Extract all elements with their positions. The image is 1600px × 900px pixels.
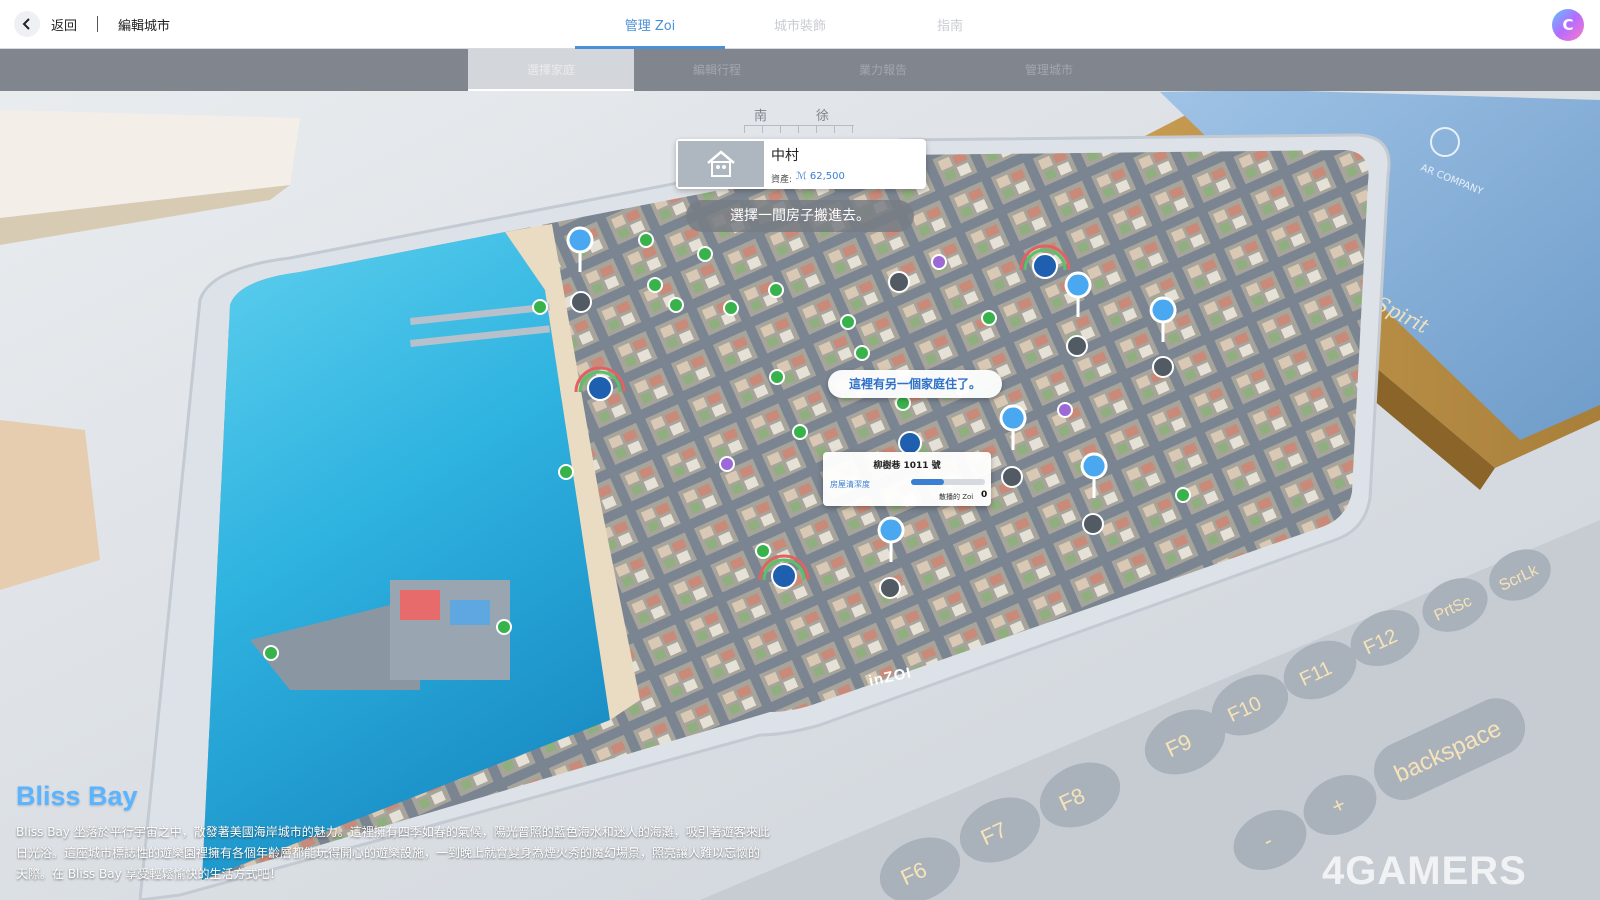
compass: 南 徐 xyxy=(740,105,860,135)
grey-pin xyxy=(1152,356,1174,378)
green-pin xyxy=(769,369,785,385)
family-assets-value: ℳ 62,500 xyxy=(796,171,845,182)
purple-pin xyxy=(719,456,735,472)
green-pin xyxy=(1175,487,1191,503)
breadcrumb-divider xyxy=(97,16,98,32)
green-pin xyxy=(755,543,771,559)
occupied-house-tooltip: 這裡有另一個家庭住了。 xyxy=(828,370,1002,398)
family-name: 中村 xyxy=(771,148,799,164)
tab-guide[interactable]: 指南 xyxy=(875,15,1025,34)
subtab-select-family[interactable]: 選擇家庭 xyxy=(468,49,634,91)
zoi-count-label: 散播的 Zoi xyxy=(939,493,974,501)
cleanliness-label: 房屋清潔度 xyxy=(830,480,870,489)
city-map-scene: Journey of the Spirit AR COMPANY inZOI F… xyxy=(0,90,1600,900)
sub-tab-bar: 選擇家庭 編輯行程 業力報告 管理城市 xyxy=(0,49,1600,91)
top-bar: 返回 編輯城市 管理 Zoi 城市裝飾 指南 C xyxy=(0,0,1600,49)
green-pin xyxy=(638,232,654,248)
breadcrumb: 編輯城市 xyxy=(118,19,171,34)
tab-manage-zoi[interactable]: 管理 Zoi xyxy=(575,15,725,34)
grey-pin xyxy=(570,291,592,313)
family-card[interactable]: 中村 資產: ℳ 62,500 xyxy=(676,139,926,189)
grey-pin xyxy=(1001,466,1023,488)
green-pin xyxy=(981,310,997,326)
green-pin xyxy=(496,619,512,635)
grey-pin xyxy=(879,577,901,599)
selected-home-marker xyxy=(898,431,922,455)
profile-avatar[interactable]: C xyxy=(1552,9,1584,41)
grey-pin xyxy=(1066,335,1088,357)
green-pin xyxy=(697,246,713,262)
avatar-glyph: C xyxy=(1562,16,1574,34)
tab-city-decor[interactable]: 城市裝飾 xyxy=(725,15,875,34)
family-thumbnail xyxy=(678,141,764,187)
choose-house-hint: 選擇一間房子搬進去。 xyxy=(686,200,914,232)
green-pin xyxy=(532,299,548,315)
cleanliness-bar-fill xyxy=(911,479,945,485)
purple-pin xyxy=(931,254,947,270)
family-assets-label: 資產: xyxy=(771,175,793,185)
city-description: Bliss Bay 坐落於平行宇宙之中，散發著美國海岸城市的魅力。這裡擁有四季如… xyxy=(16,822,846,885)
chevron-left-icon xyxy=(22,18,30,30)
back-label[interactable]: 返回 xyxy=(51,15,77,34)
green-pin xyxy=(768,282,784,298)
compass-label-left: 南 xyxy=(754,109,768,124)
green-pin xyxy=(723,300,739,316)
compass-label-right: 徐 xyxy=(816,109,830,124)
green-pin xyxy=(792,424,808,440)
green-pin xyxy=(558,464,574,480)
grey-pin xyxy=(888,271,910,293)
city-description-line: 天際。在 Bliss Bay 享受輕鬆愉快的生活方式吧！ xyxy=(16,867,282,881)
city-description-line: Bliss Bay 坐落於平行宇宙之中，散發著美國海岸城市的魅力。這裡擁有四季如… xyxy=(16,825,770,839)
subtab-karma-report[interactable]: 業力報告 xyxy=(800,49,966,91)
city-name: Bliss Bay xyxy=(16,781,138,811)
back-button[interactable] xyxy=(14,11,40,37)
house-info-card[interactable]: 柳樹巷 1011 號 房屋清潔度 散播的 Zoi 0 xyxy=(823,452,991,506)
house-address: 柳樹巷 1011 號 xyxy=(873,461,941,471)
green-pin xyxy=(263,645,279,661)
subtab-manage-city[interactable]: 管理城市 xyxy=(966,49,1132,91)
purple-pin xyxy=(1057,402,1073,418)
cleanliness-bar xyxy=(911,479,985,485)
grey-pin xyxy=(1082,513,1104,535)
green-pin xyxy=(647,277,663,293)
city-description-line: 日光浴。這座城市標誌性的遊樂園裡擁有各個年齡層都能玩得開心的遊樂設施，一到晚上就… xyxy=(16,846,761,860)
watermark-4gamers: 4GAMERS xyxy=(1322,849,1527,893)
green-pin xyxy=(668,297,684,313)
green-pin xyxy=(840,314,856,330)
green-pin xyxy=(854,345,870,361)
subtab-edit-schedule[interactable]: 編輯行程 xyxy=(634,49,800,91)
compass-ticks xyxy=(744,125,854,133)
zoi-count-value: 0 xyxy=(981,490,988,500)
green-pin xyxy=(895,395,911,411)
family-house-icon xyxy=(707,150,735,177)
